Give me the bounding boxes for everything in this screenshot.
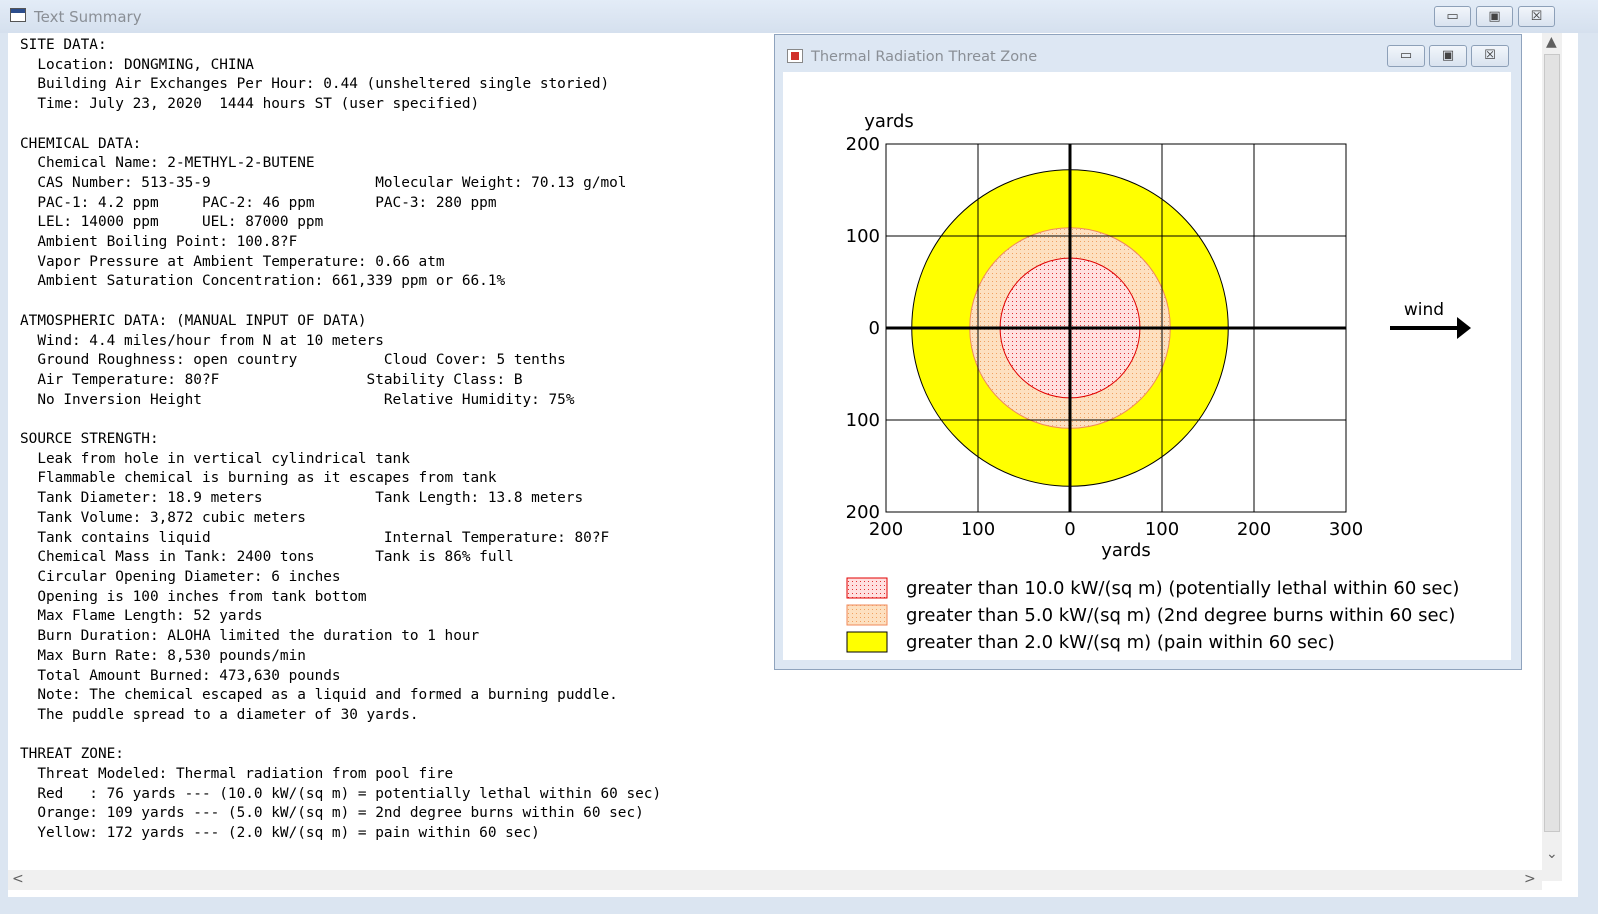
report-line: Wind: 4.4 miles/hour from N at 10 meters (20, 332, 384, 349)
report-line: Burn Duration: ALOHA limited the duratio… (20, 628, 480, 645)
threat-zone-minimize-button[interactable]: ▭ (1387, 45, 1425, 67)
threat-zone-close-button[interactable]: ☒ (1471, 45, 1509, 67)
threat-zone-title-bar[interactable]: Thermal Radiation Threat Zone ▭ ▣ ☒ (775, 35, 1521, 72)
window-title: Text Summary (34, 8, 142, 26)
x-tick-label: 100 (1145, 519, 1179, 540)
report-line: Tank Diameter: 18.9 meters Tank Length: … (20, 490, 584, 507)
report-line: ATMOSPHERIC DATA: (MANUAL INPUT OF DATA) (20, 312, 367, 329)
x-tick-label: 200 (1237, 519, 1271, 540)
y-tick-label: 200 (846, 502, 880, 523)
report-line: Flammable chemical is burning as it esca… (20, 470, 497, 487)
report-line: Red : 76 yards --- (10.0 kW/(sq m) = pot… (20, 785, 662, 802)
report-line: Max Burn Rate: 8,530 pounds/min (20, 647, 306, 664)
scroll-left-arrow[interactable]: < (12, 871, 24, 887)
report-line: PAC-1: 4.2 ppm PAC-2: 46 ppm PAC-3: 280 … (20, 194, 497, 211)
y-tick-label: 100 (846, 226, 880, 247)
report-line: Ambient Saturation Concentration: 661,33… (20, 273, 506, 290)
x-tick-label: 100 (961, 519, 995, 540)
report-line: Vapor Pressure at Ambient Temperature: 0… (20, 253, 445, 270)
report-line: Ground Roughness: open country Cloud Cov… (20, 352, 566, 369)
report-line: Circular Opening Diameter: 6 inches (20, 568, 341, 585)
threat-zone-plot-area: 200 100 0 100 200 300 200 100 0 100 200 yards yards w… (783, 72, 1511, 660)
report-line: LEL: 14000 ppm UEL: 87000 ppm (20, 214, 324, 231)
report-line: CAS Number: 513-35-9 Molecular Weight: 7… (20, 174, 627, 191)
report-line: Yellow: 172 yards --- (2.0 kW/(sq m) = p… (20, 825, 540, 842)
x-tick-label: 0 (1064, 519, 1075, 540)
y-tick-label: 200 (846, 134, 880, 155)
y-tick-label: 0 (869, 318, 880, 339)
report-line: Chemical Name: 2-METHYL-2-BUTENE (20, 155, 315, 172)
scroll-right-arrow[interactable]: > (1524, 871, 1536, 887)
y-tick-label: 100 (846, 410, 880, 431)
report-line: Time: July 23, 2020 1444 hours ST (user … (20, 96, 480, 113)
legend-label-orange: greater than 5.0 kW/(sq m) (2nd degree b… (906, 605, 1455, 626)
threat-zone-maximize-button[interactable]: ▣ (1429, 45, 1467, 67)
report-line: Total Amount Burned: 473,630 pounds (20, 667, 341, 684)
report-line: CHEMICAL DATA: (20, 135, 142, 152)
legend-swatch-yellow (846, 631, 888, 653)
report-line: Ambient Boiling Point: 100.8?F (20, 234, 298, 251)
report-line: Max Flame Length: 52 yards (20, 608, 263, 625)
report-line: No Inversion Height Relative Humidity: 7… (20, 391, 575, 408)
legend-label-yellow: greater than 2.0 kW/(sq m) (pain within … (906, 632, 1335, 653)
report-line: SOURCE STRENGTH: (20, 431, 159, 448)
report-line: Orange: 109 yards --- (5.0 kW/(sq m) = 2… (20, 805, 644, 822)
title-bar[interactable]: Text Summary ▭ ▣ ☒ (0, 0, 1598, 33)
report-line: Location: DONGMING, CHINA (20, 56, 254, 73)
text-summary-window: Text Summary ▭ ▣ ☒ SITE DATA: Location: … (0, 0, 1598, 914)
report-line: SITE DATA: (20, 37, 107, 53)
report-line: Building Air Exchanges Per Hour: 0.44 (u… (20, 76, 610, 93)
x-tick-label: 300 (1329, 519, 1363, 540)
close-button[interactable]: ☒ (1518, 6, 1555, 27)
minimize-button[interactable]: ▭ (1434, 6, 1471, 27)
report-line: The puddle spread to a diameter of 30 ya… (20, 706, 419, 723)
report-line: Leak from hole in vertical cylindrical t… (20, 450, 410, 467)
report-line: Tank contains liquid Internal Temperatur… (20, 529, 610, 546)
scroll-up-arrow[interactable]: ▲ (1546, 34, 1557, 50)
legend-swatch-orange (846, 604, 888, 626)
report-line: Air Temperature: 80?F Stability Class: B (20, 371, 523, 388)
threat-zone-app-icon (787, 49, 803, 63)
maximize-button[interactable]: ▣ (1476, 6, 1513, 27)
horizontal-scrollbar[interactable] (8, 870, 1542, 890)
report-line: Threat Modeled: Thermal radiation from p… (20, 766, 454, 783)
report-line: Opening is 100 inches from tank bottom (20, 588, 367, 605)
report-text: SITE DATA: Location: DONGMING, CHINA Bui… (20, 36, 661, 844)
legend-swatch-red (846, 577, 888, 599)
vertical-scroll-thumb[interactable] (1544, 54, 1560, 832)
wind-label: wind (1404, 300, 1444, 320)
report-line: Chemical Mass in Tank: 2400 tons Tank is… (20, 549, 514, 566)
app-icon (10, 8, 26, 22)
threat-zone-title: Thermal Radiation Threat Zone (811, 49, 1038, 65)
y-axis-label: yards (864, 111, 914, 132)
threat-zone-chart: 200 100 0 100 200 3002001000100200yardsyardsw… (846, 111, 1471, 653)
report-line: THREAT ZONE: (20, 746, 124, 763)
legend-label-red: greater than 10.0 kW/(sq m) (potentially… (906, 578, 1459, 599)
scroll-down-arrow[interactable]: ⌄ (1546, 846, 1558, 862)
report-line: Note: The chemical escaped as a liquid a… (20, 687, 618, 704)
wind-arrow-head (1457, 317, 1471, 339)
threat-zone-window: Thermal Radiation Threat Zone ▭ ▣ ☒ 200 1… (774, 34, 1522, 670)
report-line: Tank Volume: 3,872 cubic meters (20, 509, 306, 526)
x-axis-label: yards (1101, 540, 1151, 561)
